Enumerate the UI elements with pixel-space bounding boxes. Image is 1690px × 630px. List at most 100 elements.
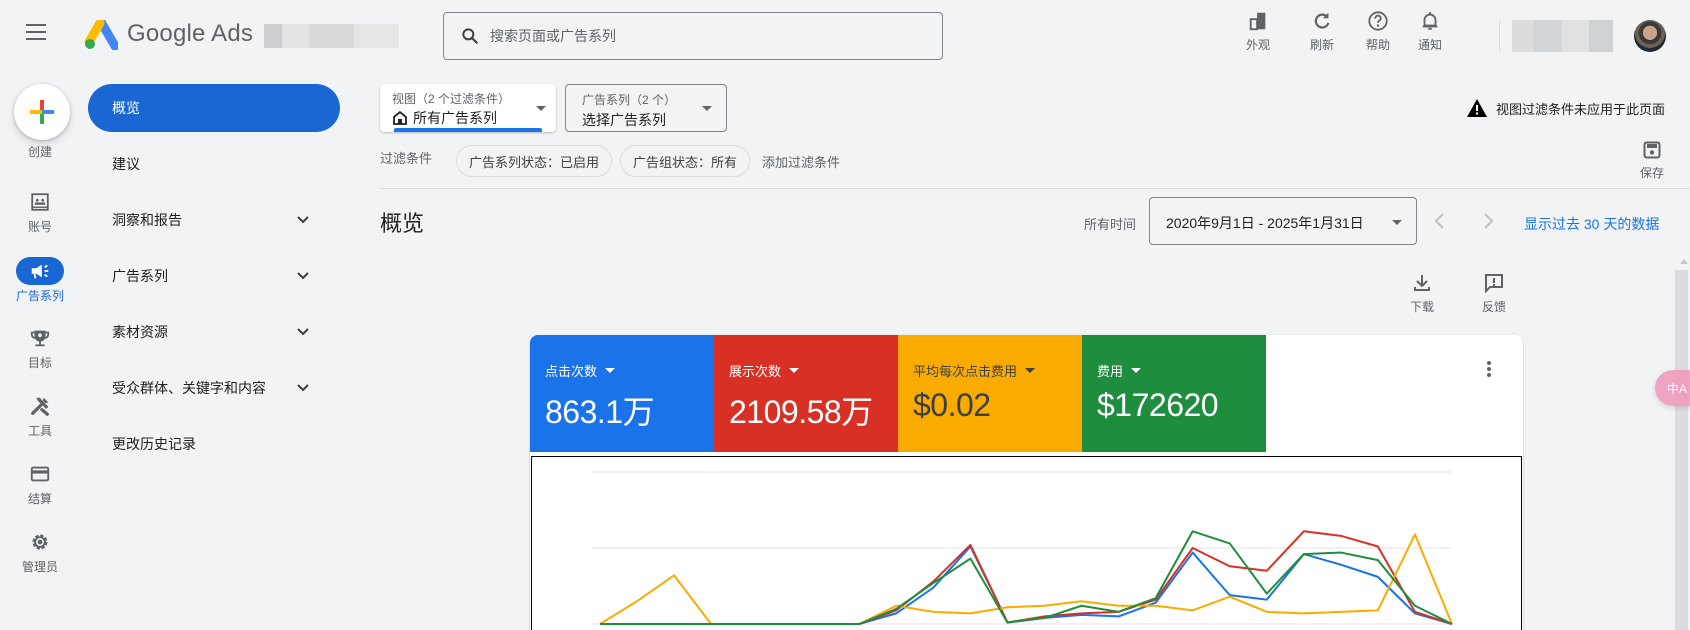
- metric-name[interactable]: 展示次数: [729, 361, 800, 380]
- rail-item-label: 账号: [27, 220, 52, 234]
- page-title: 概览: [380, 211, 425, 236]
- series-line-3: [600, 530, 1453, 625]
- bell-icon: [1422, 12, 1438, 30]
- help-button[interactable]: 帮助: [1353, 10, 1403, 53]
- active-indicator: [394, 128, 542, 132]
- metric-name[interactable]: 费用: [1097, 361, 1142, 380]
- dropdown-arrow-icon: [605, 368, 616, 373]
- metric-value: $172620: [1097, 387, 1219, 423]
- dropdown-arrow-icon: [536, 106, 546, 111]
- translate-button[interactable]: 中A: [1655, 370, 1690, 406]
- chevron-down-icon[interactable]: [294, 379, 312, 397]
- feedback-button[interactable]: 反馈: [1474, 272, 1514, 315]
- rail-item-goals[interactable]: 目标: [0, 324, 80, 371]
- campaign-selector-value: 选择广告系列: [582, 112, 666, 128]
- dropdown-arrow-icon: [1131, 368, 1142, 373]
- previous-period-button[interactable]: [1430, 210, 1450, 232]
- campaign-selector[interactable]: 广告系列（2 个） 选择广告系列: [565, 84, 727, 132]
- sidenav-item[interactable]: 素材资源: [88, 308, 340, 356]
- search-box[interactable]: [443, 12, 943, 60]
- show-last-30-days-link[interactable]: 显示过去 30 天的数据: [1524, 214, 1659, 234]
- date-range-picker[interactable]: 2020年9月1日 - 2025年1月31日: [1149, 197, 1417, 245]
- translate-icon: 中A: [1666, 381, 1687, 396]
- trophy-icon: [30, 330, 50, 347]
- sidenav-item[interactable]: 洞察和报告: [88, 196, 340, 244]
- tools-icon: [31, 397, 49, 416]
- create-button[interactable]: [14, 84, 70, 140]
- notifications-label: 通知: [1417, 38, 1442, 52]
- warning-icon: [1467, 99, 1487, 117]
- metric-name-label: 点击次数: [545, 364, 598, 379]
- chevron-down-icon[interactable]: [294, 323, 312, 341]
- download-button[interactable]: 下载: [1402, 272, 1442, 315]
- user-avatar[interactable]: [1634, 20, 1666, 52]
- dropdown-arrow-icon: [1025, 368, 1036, 373]
- view-selector[interactable]: 视图（2 个过滤条件） 所有广告系列: [380, 84, 556, 132]
- megaphone-icon: [31, 264, 49, 279]
- appearance-button[interactable]: 外观: [1233, 10, 1283, 53]
- metric-tile[interactable]: 费用 $172620: [1082, 335, 1266, 452]
- sidenav-item[interactable]: 概览: [88, 84, 340, 132]
- next-period-button[interactable]: [1478, 210, 1498, 232]
- filter-chip-adgroup-status[interactable]: 广告组状态：所有: [620, 145, 751, 177]
- dropdown-arrow-icon: [1392, 220, 1402, 225]
- metric-value: 863.1万: [545, 394, 655, 430]
- page-scrollbar[interactable]: [1675, 270, 1688, 630]
- metric-value: $0.02: [913, 387, 991, 423]
- main-menu-button[interactable]: [26, 24, 48, 42]
- search-icon: [462, 28, 478, 44]
- filters-label: 过滤条件: [380, 151, 433, 166]
- metric-name-label: 平均每次点击费用: [913, 364, 1018, 379]
- sidenav-item[interactable]: 更改历史记录: [88, 420, 340, 468]
- save-label: 保存: [1639, 166, 1664, 180]
- search-input[interactable]: [490, 28, 910, 44]
- save-view-button[interactable]: 保存: [1630, 140, 1674, 181]
- performance-chart: [531, 456, 1522, 630]
- sidenav-item-label: 受众群体、关键字和内容: [112, 380, 266, 396]
- date-range-value: 2020年9月1日 - 2025年1月31日: [1166, 215, 1364, 231]
- appearance-icon: [1249, 12, 1266, 31]
- metric-name[interactable]: 点击次数: [545, 361, 616, 380]
- campaign-selector-label: 广告系列（2 个）: [582, 93, 677, 107]
- create-label: 创建: [27, 145, 52, 159]
- metric-tile[interactable]: 点击次数 863.1万: [530, 335, 714, 452]
- sidenav-item-label: 素材资源: [112, 324, 168, 340]
- metric-tile[interactable]: 展示次数 2109.58万: [714, 335, 898, 452]
- chevron-right-icon: [1484, 213, 1494, 229]
- overview-card: 点击次数 863.1万 展示次数 2109.58万 平均每次点击费用 $0.02 费用 $17…: [530, 335, 1523, 630]
- view-selector-value: 所有广告系列: [413, 110, 497, 126]
- chevron-down-icon[interactable]: [294, 211, 312, 229]
- metric-name[interactable]: 平均每次点击费用: [913, 361, 1036, 380]
- sidenav-item-label: 洞察和报告: [112, 212, 182, 228]
- chevron-down-icon[interactable]: [294, 267, 312, 285]
- sidenav-item-label: 建议: [112, 156, 140, 172]
- rail-item-tools[interactable]: 工具: [0, 392, 80, 439]
- notifications-button[interactable]: 通知: [1405, 10, 1455, 53]
- sidenav-item-label: 广告系列: [112, 268, 168, 284]
- refresh-button[interactable]: 刷新: [1297, 10, 1347, 53]
- add-filter-button[interactable]: 添加过滤条件: [762, 152, 840, 171]
- rail-item-admin[interactable]: 管理员: [0, 528, 80, 575]
- feedback-icon: [1485, 274, 1503, 294]
- rail-item-label: 管理员: [21, 560, 58, 574]
- rail-item-account[interactable]: 账号: [0, 188, 80, 235]
- rail-item-campaigns[interactable]: 广告系列: [0, 257, 80, 304]
- user-info-redacted: [1512, 20, 1622, 52]
- appearance-label: 外观: [1245, 38, 1270, 52]
- sidenav-item[interactable]: 受众群体、关键字和内容: [88, 364, 340, 412]
- account-icon: [31, 193, 49, 211]
- home-icon: [393, 110, 407, 125]
- filter-chip-campaign-status[interactable]: 广告系列状态：已启用: [456, 145, 613, 177]
- view-filter-warning: 视图过滤条件未应用于此页面: [1466, 98, 1665, 118]
- scroll-up-arrow[interactable]: [1680, 259, 1688, 264]
- sidenav-item[interactable]: 建议: [88, 140, 340, 188]
- metric-tile[interactable]: 平均每次点击费用 $0.02: [898, 335, 1082, 452]
- help-icon: [1368, 11, 1388, 31]
- sidenav-item[interactable]: 广告系列: [88, 252, 340, 300]
- rail-item-label: 目标: [27, 356, 52, 370]
- sidenav-item-label: 概览: [112, 100, 140, 116]
- rail-item-billing[interactable]: 结算: [0, 460, 80, 507]
- more-options-button[interactable]: [1481, 361, 1497, 381]
- save-icon: [1643, 141, 1661, 159]
- metric-name-label: 费用: [1097, 364, 1124, 379]
